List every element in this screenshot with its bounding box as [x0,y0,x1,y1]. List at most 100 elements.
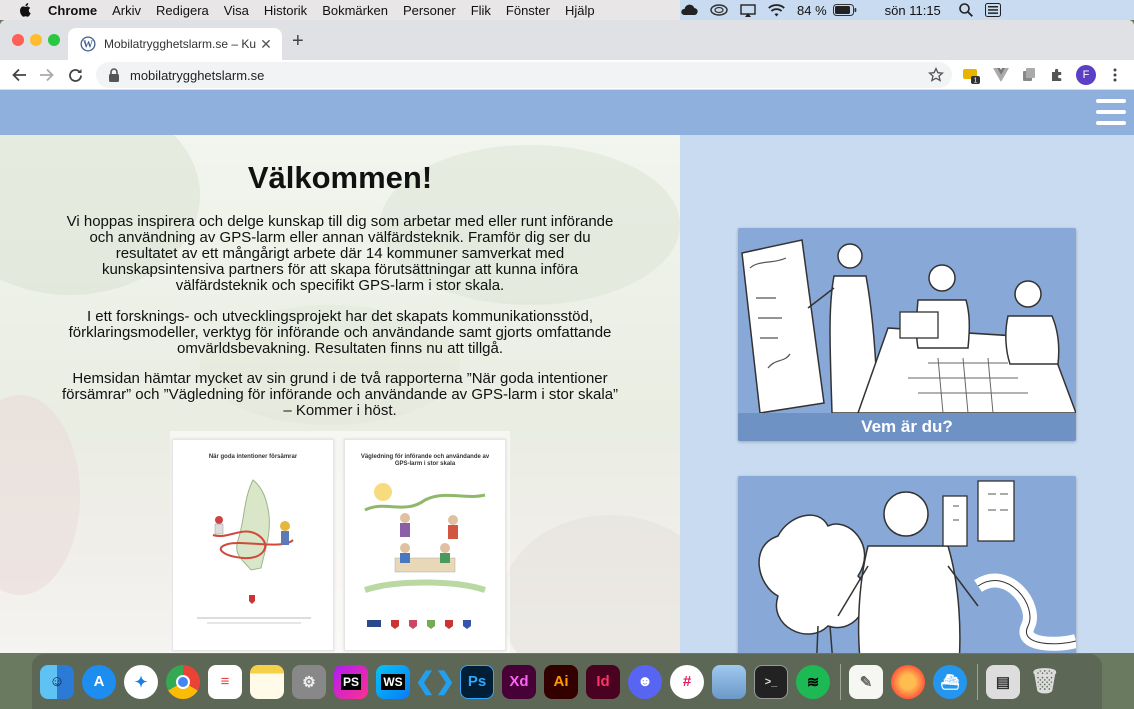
control-center-icon[interactable] [984,3,1001,17]
photoshop-icon[interactable]: Ps [460,664,494,699]
report-cover-intentioner[interactable]: När goda intentioner försämrar [172,439,334,651]
phpstorm-label: PS [340,673,361,690]
menu-fonster[interactable]: Fönster [506,3,550,18]
macos-menu-bar: Chrome Arkiv Redigera Visa Historik Bokm… [0,0,1134,20]
card-illustration-second[interactable] [738,476,1076,653]
close-tab-icon[interactable]: ✕ [256,36,276,53]
illustrator-icon[interactable]: Ai [544,664,578,699]
xd-icon[interactable]: Xd [502,664,536,699]
menu-historik[interactable]: Historik [264,3,307,18]
extension-badge-count: 1 [974,78,978,85]
bookmark-star-icon[interactable] [928,67,944,83]
project-paragraph: I ett forsknings- och utvecklingsprojekt… [68,308,612,357]
system-preferences-icon[interactable]: ⚙ [292,664,326,699]
textedit-icon[interactable]: ✎ [849,664,883,699]
indesign-label: Id [596,673,610,690]
wifi-icon[interactable] [768,3,785,17]
report-cover-vagledning[interactable]: Vägledning för införande och användande … [344,439,506,651]
dock-separator [840,663,841,700]
reports-paragraph: Hemsidan hämtar mycket av sin grund i de… [61,370,619,419]
extension-badge-icon[interactable]: 1 [962,66,980,84]
browser-window: W Mobilatrygghetslarm.se – Kuns ✕ + mobi… [0,20,1134,653]
url-text: mobilatrygghetslarm.se [130,67,265,83]
preview-icon[interactable] [712,664,746,699]
safari-icon[interactable]: ✦ [124,664,158,699]
battery-icon[interactable] [832,4,857,16]
extensions-puzzle-icon[interactable] [1048,66,1066,84]
profile-avatar[interactable]: F [1076,65,1096,85]
webstorm-icon[interactable]: WS [376,664,410,699]
wordpress-favicon-icon: W [80,36,96,52]
team-planning-illustration [738,228,1076,413]
profile-initial: F [1082,69,1090,81]
hamburger-menu-icon[interactable] [1096,99,1126,125]
web-page: Välkommen! Vi hoppas inspirera och delge… [0,90,1134,653]
new-tab-icon[interactable]: + [292,30,304,53]
spotlight-search-icon[interactable] [958,3,973,17]
clock[interactable]: sön 11:15 [885,3,941,18]
lock-icon[interactable] [108,68,120,82]
forward-arrow-icon[interactable] [36,64,58,86]
airplay-icon[interactable] [740,3,756,17]
back-arrow-icon[interactable] [8,64,30,86]
card-caption: Vem är du? [738,413,1076,441]
intro-paragraph: Vi hoppas inspirera och delge kunskap ti… [66,213,614,294]
navigation-cards: Vem är du? [680,135,1134,653]
trash-icon[interactable]: 🗑 [1028,665,1062,699]
reminders-icon[interactable]: ≡ [208,664,242,699]
discord-icon[interactable]: ☻ [628,664,662,699]
people-illustration [364,483,486,629]
copy-extension-icon[interactable] [1020,66,1038,84]
zoom-window-button[interactable] [48,34,60,46]
spotify-icon[interactable]: ≋ [796,664,830,699]
indesign-icon[interactable]: Id [586,664,620,699]
menu-redigera[interactable]: Redigera [156,3,209,18]
app-store-icon[interactable]: A [82,664,116,699]
vscode-icon[interactable]: ❮❯ [415,665,455,699]
menu-hjalp[interactable]: Hjälp [565,3,595,18]
menu-personer[interactable]: Personer [403,3,456,18]
site-header [0,90,1134,135]
dock-separator [977,663,978,700]
notes-icon[interactable] [250,664,284,699]
menu-arkiv[interactable]: Arkiv [112,3,141,18]
report-covers: När goda intentioner försämrar Väglednin… [170,431,510,653]
minimize-window-button[interactable] [30,34,42,46]
apple-menu-icon[interactable] [18,3,32,17]
slack-icon[interactable]: # [670,664,704,699]
browser-tab-active[interactable]: W Mobilatrygghetslarm.se – Kuns ✕ [68,28,282,60]
chrome-icon[interactable] [166,664,200,699]
webstorm-label: WS [381,673,405,690]
menu-app-name[interactable]: Chrome [48,3,97,18]
tab-strip: W Mobilatrygghetslarm.se – Kuns ✕ + [0,20,1134,60]
illustrator-label: Ai [553,673,569,690]
svg-text:W: W [83,40,93,51]
card-vem-ar-du[interactable]: Vem är du? [738,228,1076,441]
battery-percent: 84 % [797,2,827,18]
welcome-section: Välkommen! Vi hoppas inspirera och delge… [0,135,680,653]
photoshop-label: Ps [467,673,487,690]
man-walking-illustration [738,476,1076,653]
browser-toolbar: mobilatrygghetslarm.se 1 F [0,60,1134,90]
firefox-icon[interactable] [891,664,925,699]
phpstorm-icon[interactable]: PS [334,664,368,699]
reload-icon[interactable] [64,64,86,86]
finder-icon[interactable]: ☺ [40,664,74,699]
menu-bokmarken[interactable]: Bokmärken [322,3,388,18]
cloud-status-icon[interactable] [680,4,698,16]
close-window-button[interactable] [12,34,24,46]
tab-title: Mobilatrygghetslarm.se – Kuns [104,37,256,51]
menu-visa[interactable]: Visa [224,3,249,18]
docker-icon[interactable]: ⛴ [933,664,967,699]
chrome-menu-icon[interactable] [1106,66,1124,84]
vue-devtools-icon[interactable] [992,66,1010,84]
creative-cloud-icon[interactable] [710,4,728,16]
page-title: Välkommen! [247,160,433,195]
xd-label: Xd [509,673,529,690]
terminal-icon[interactable]: >_ [754,664,788,699]
archive-utility-icon[interactable]: ▤ [986,664,1020,699]
macos-dock: ☺ A ✦ ≡ ⚙ PS WS ❮❯ Ps Xd Ai Id ☻ # >_ ≋ … [32,654,1102,709]
menu-flik[interactable]: Flik [471,3,491,18]
address-bar[interactable]: mobilatrygghetslarm.se [96,62,952,88]
sweden-map-illustration [197,479,311,624]
